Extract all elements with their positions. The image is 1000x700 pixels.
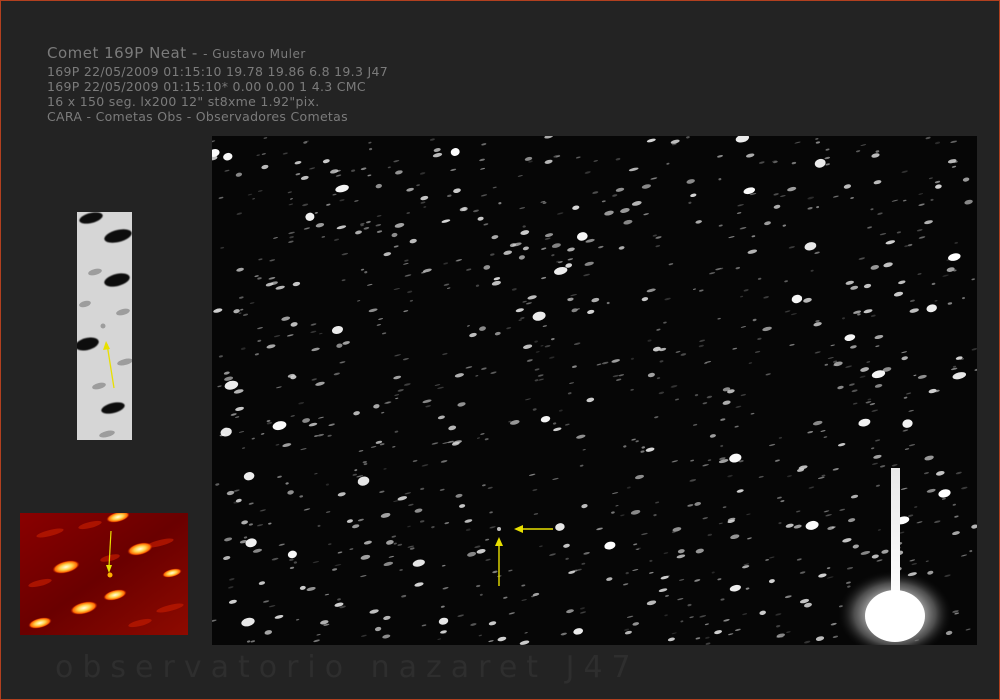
main-star-field-image [212, 136, 977, 645]
caption-author: - Gustavo Muler [203, 47, 306, 61]
caption-block: Comet 169P Neat - - Gustavo Muler 169P 2… [47, 44, 388, 124]
star-field-svg [212, 136, 977, 645]
observatory-watermark: observatorio nazaret J47 [55, 650, 640, 685]
false-color-comet-crop [20, 513, 188, 635]
inverted-crop-svg [77, 212, 132, 440]
false-color-crop-svg [20, 513, 188, 635]
caption-title: Comet 169P Neat - - Gustavo Muler [47, 44, 388, 64]
caption-line-1: 169P 22/05/2009 01:15:10 19.78 19.86 6.8… [47, 64, 388, 79]
caption-line-4: CARA - Cometas Obs - Observadores Cometa… [47, 109, 348, 124]
comet-nucleus-icon [497, 527, 501, 531]
comet-nucleus-icon [107, 572, 113, 578]
caption-line-2: 169P 22/05/2009 01:15:10* 0.00 0.00 1 4.… [47, 79, 366, 94]
caption-line-3: 16 x 150 seg. lx200 12" st8xme 1.92"pix. [47, 94, 320, 109]
inverted-comet-crop [77, 212, 132, 440]
caption-title-text: Comet 169P Neat - [47, 44, 204, 62]
